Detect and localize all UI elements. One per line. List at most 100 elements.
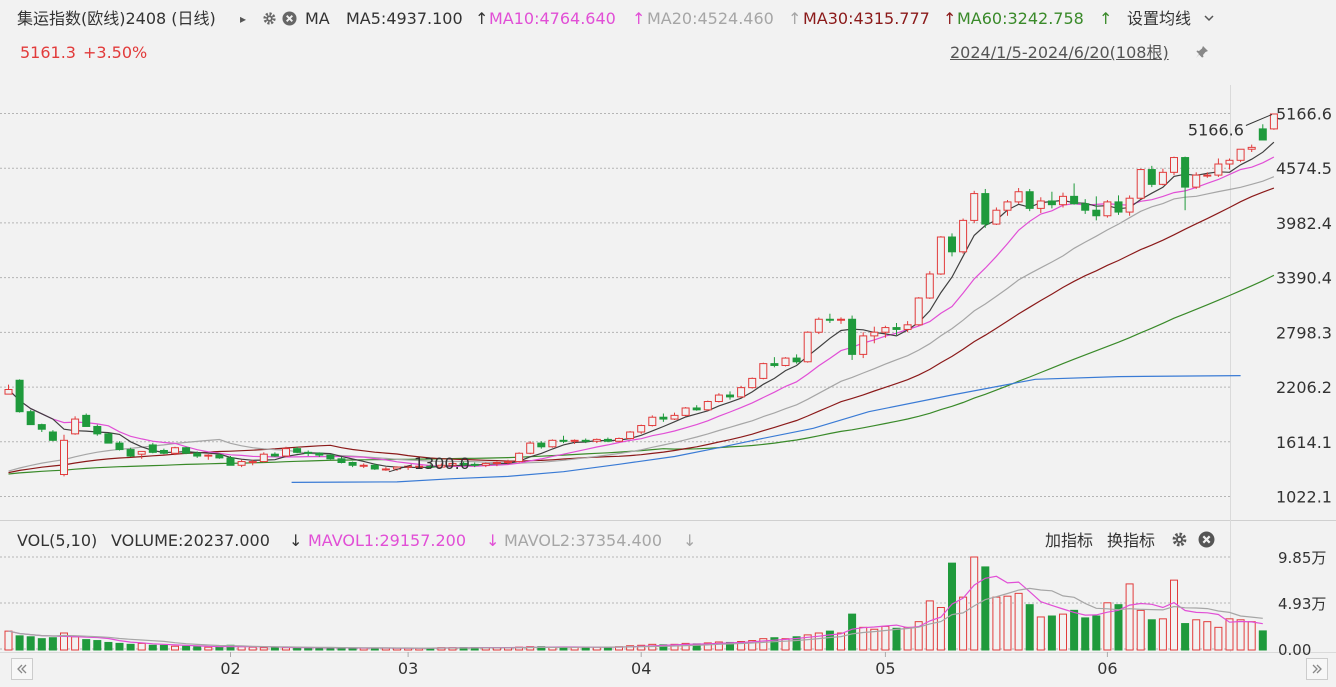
time-tick-label: 04 <box>631 659 651 678</box>
candle-body <box>470 463 479 466</box>
volume-bar <box>93 640 102 651</box>
volume-bar <box>71 636 80 651</box>
volume-bar <box>48 637 57 651</box>
ma60-line <box>8 274 1275 475</box>
volume-bar <box>1092 615 1101 651</box>
volume-bar <box>171 645 179 651</box>
candle-body <box>726 394 734 398</box>
candle-body <box>71 418 80 435</box>
volume-bar <box>215 646 224 651</box>
volume-bar <box>1247 621 1256 651</box>
candle-body <box>670 414 679 420</box>
volume-bar <box>1047 615 1056 651</box>
candle-body <box>570 439 579 442</box>
candle-body <box>992 209 1001 225</box>
candle-body <box>370 464 379 470</box>
high-pointer <box>1245 114 1273 126</box>
candle-body <box>182 447 191 454</box>
candle-body <box>171 447 179 454</box>
candle-body <box>748 377 757 389</box>
candle-body <box>1125 197 1134 213</box>
volume-bar <box>315 647 324 651</box>
candle-body <box>515 452 524 463</box>
volume-bar <box>1025 604 1034 651</box>
volume-bar <box>37 638 46 651</box>
price-tick-label: 1614.1 <box>1276 433 1332 452</box>
candle-body <box>1214 163 1223 176</box>
candle-body <box>248 461 257 464</box>
candle-body <box>1170 157 1178 173</box>
candle-body <box>1203 174 1212 177</box>
volume-bar <box>1147 619 1156 651</box>
candle-body <box>881 327 890 333</box>
volume-bar <box>1192 619 1201 651</box>
candle-body <box>148 444 157 453</box>
candle-body <box>1258 128 1267 141</box>
volume-bar <box>925 600 934 651</box>
candle-body <box>1225 159 1234 165</box>
candle-body <box>903 324 912 330</box>
candle-body <box>592 438 601 442</box>
candle-body <box>1070 195 1079 205</box>
volume-bar <box>1158 618 1167 651</box>
candle-body <box>936 236 945 275</box>
candle-body <box>637 425 646 433</box>
candle-body <box>859 335 868 355</box>
volume-bar <box>781 638 790 651</box>
volume-bar <box>1125 583 1134 651</box>
price-tick-label: 4574.5 <box>1276 159 1332 178</box>
candle-body <box>492 462 501 465</box>
price-tick-label: 5166.6 <box>1276 105 1332 124</box>
candle-body <box>537 442 546 448</box>
volume-tick-label: 9.85万 <box>1278 549 1326 567</box>
volume-bar <box>1258 630 1267 651</box>
candle-body <box>981 193 990 225</box>
candle-body <box>1247 146 1256 150</box>
volume-bar <box>1014 592 1023 651</box>
volume-bar <box>1070 609 1079 651</box>
candle-body <box>714 394 723 403</box>
candle-body <box>326 454 335 460</box>
candle-body <box>581 439 590 442</box>
candle-body <box>948 236 956 253</box>
candle-body <box>1269 113 1278 130</box>
candle-body <box>115 442 124 451</box>
volume-tick-label: 4.93万 <box>1278 595 1326 613</box>
candle-body <box>703 401 712 411</box>
volume-bar <box>115 642 124 651</box>
candle-body <box>1181 157 1190 188</box>
candle-body <box>892 327 901 330</box>
volume-bar <box>182 645 191 651</box>
candle-body <box>1047 200 1056 206</box>
candle-body <box>237 461 246 466</box>
candle-body <box>1103 201 1112 217</box>
candle-body <box>4 388 13 395</box>
candle-body <box>337 458 346 464</box>
candle-body <box>737 387 746 398</box>
candle-body <box>792 357 801 363</box>
volume-bar <box>259 647 268 651</box>
volume-bar <box>104 641 113 651</box>
volume-bar <box>1036 616 1045 651</box>
candle-body <box>293 448 302 453</box>
candle-body <box>1158 171 1167 185</box>
candle-body <box>1003 201 1012 211</box>
volume-bar <box>1225 618 1234 651</box>
candle-body <box>626 431 635 439</box>
candle-body <box>659 416 668 420</box>
volume-bar <box>248 646 257 651</box>
candle-body <box>1025 191 1034 209</box>
candle-body <box>1081 203 1090 211</box>
candle-body <box>48 431 57 441</box>
volume-bar <box>892 627 901 651</box>
candle-body <box>304 451 313 454</box>
volume-bar <box>970 556 979 651</box>
candle-body <box>925 273 934 299</box>
candle-body <box>781 357 790 366</box>
candle-body <box>648 416 657 427</box>
kline-chart[interactable]: 5166.6 4574.5 3982.4 3390.4 2798.3 2206.2 1614… <box>0 0 1336 687</box>
candle-body <box>193 452 202 457</box>
candle-body <box>1236 148 1245 161</box>
candle-body <box>1114 201 1123 213</box>
volume-bar <box>137 642 146 651</box>
